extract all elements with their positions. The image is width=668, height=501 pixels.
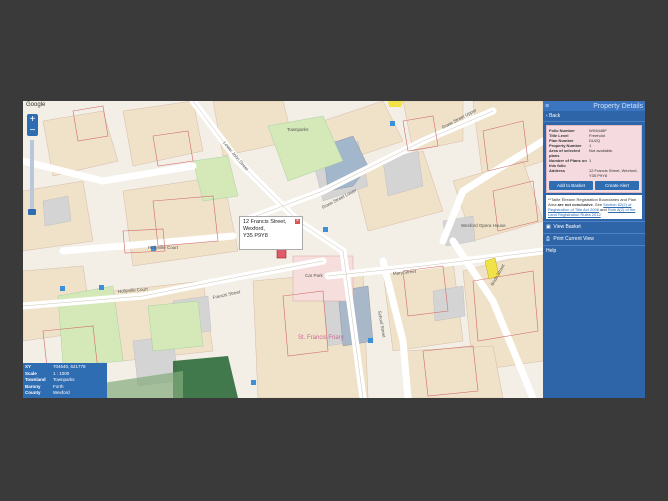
details-actions: Add to Basket Create Alert: [549, 181, 639, 190]
hamburger-menu-icon[interactable]: ≡: [545, 103, 549, 110]
detail-value: Not available.: [589, 148, 614, 153]
detail-key: Number of Plans on this folio: [549, 158, 587, 168]
street-label: St. Francis Friary: [298, 335, 344, 341]
map-view[interactable]: Lower John Street Rowe Street Lower Rowe…: [23, 101, 543, 398]
address-popup: 12 Francis Street, Wexford, Y35 P9Y8 ×: [239, 216, 303, 250]
print-view-label: Print Current View: [553, 236, 594, 242]
back-button[interactable]: ‹ Back: [543, 111, 645, 122]
info-key: XY: [25, 364, 32, 369]
view-basket-link[interactable]: ▣ View Basket: [543, 221, 645, 233]
zoom-slider-track[interactable]: [30, 140, 34, 212]
detail-row: Number of Plans on this folio 1: [549, 158, 639, 168]
location-info-box: XY 704640, 621778 Scale 1 : 1000 Townland T…: [23, 363, 107, 398]
panel-title: Property Details: [593, 102, 643, 110]
zoom-in-button[interactable]: +: [27, 114, 38, 125]
detail-key: Area of selected plans: [549, 148, 580, 158]
view-basket-label: View Basket: [553, 224, 581, 230]
info-value: Wexford: [53, 390, 70, 396]
help-label: Help: [546, 248, 557, 254]
property-details-card: Folio Number WX6448F Title Level Freehold …: [546, 125, 642, 193]
popup-line-1: 12 Francis Street,: [243, 219, 287, 225]
print-view-link[interactable]: ⎙ Print Current View: [543, 233, 645, 245]
app-window: Lower John Street Rowe Street Lower Rowe…: [23, 101, 645, 398]
popup-line-2: Wexford,: [243, 226, 265, 232]
info-row: Townland Townparks: [25, 377, 105, 384]
info-key: County: [25, 390, 41, 396]
basket-icon: ▣: [546, 224, 551, 230]
info-row: County Wexford: [25, 390, 105, 397]
zoom-out-button[interactable]: −: [27, 125, 38, 136]
registration-note: **Tailte Éireann Registration Boundaries…: [546, 195, 642, 219]
popup-close-button[interactable]: ×: [295, 219, 300, 224]
chevron-left-icon: ‹: [546, 113, 548, 119]
detail-key: Address: [549, 168, 566, 173]
zoom-slider-handle[interactable]: [28, 209, 36, 215]
help-link[interactable]: Help: [543, 245, 645, 257]
info-row: XY 704640, 621778: [25, 364, 105, 371]
print-icon: ⎙: [546, 236, 551, 242]
info-value: 704640, 621778: [53, 364, 86, 369]
back-label: Back: [549, 113, 561, 119]
info-value: Townparks: [53, 377, 75, 383]
add-to-basket-button[interactable]: Add to Basket: [549, 181, 593, 190]
info-key: Townland: [25, 377, 46, 383]
detail-value: 12 Francis Street, Wexford, Y35 P9Y8: [589, 168, 638, 178]
property-details-panel: ≡ Property Details ‹ Back Folio Number WX…: [543, 101, 645, 398]
note-text: and: [600, 207, 607, 212]
create-alert-button[interactable]: Create Alert: [595, 181, 639, 190]
info-value: Forth: [53, 383, 64, 389]
info-row: Barony Forth: [25, 384, 105, 391]
street-label: Townparks: [287, 127, 309, 132]
popup-line-3: Y35 P9Y8: [243, 233, 268, 239]
detail-row: Area of selected plans Not available.: [549, 148, 639, 158]
info-key: Scale: [25, 370, 37, 376]
street-label: Car Park: [305, 273, 324, 278]
detail-value: 1: [589, 158, 592, 163]
google-attribution: Google: [26, 102, 46, 108]
zoom-control: + −: [27, 114, 38, 136]
street-label: Wexford Opera House: [461, 223, 506, 228]
info-row: Scale 1 : 1000: [25, 371, 105, 378]
info-key: Barony: [25, 383, 41, 389]
detail-row: Address 12 Francis Street, Wexford, Y35 P…: [549, 168, 639, 178]
street-label: Hollyville Court: [148, 245, 179, 250]
info-value: 1 : 1000: [53, 370, 70, 376]
panel-header: ≡ Property Details: [543, 101, 645, 111]
